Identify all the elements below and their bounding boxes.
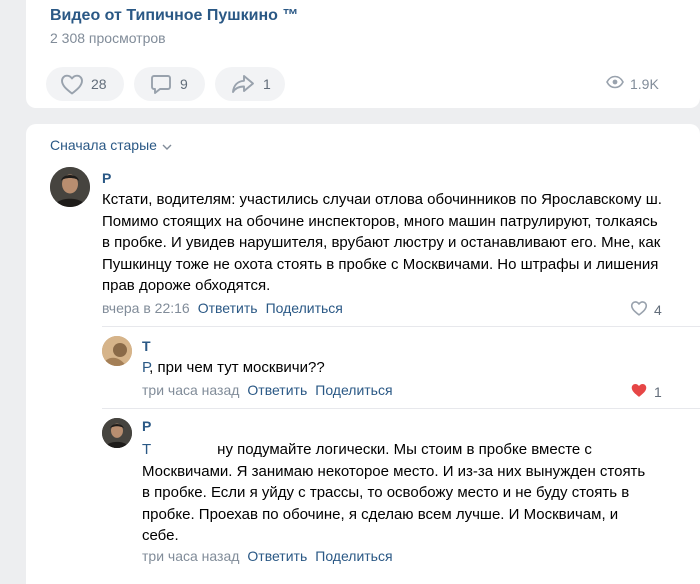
avatar[interactable] bbox=[102, 418, 132, 448]
comment-author[interactable]: Р bbox=[142, 418, 151, 434]
comment-meta: вчера в 22:16 Ответить Поделиться bbox=[102, 300, 343, 316]
comment-time[interactable]: вчера в 22:16 bbox=[102, 300, 190, 316]
comment-meta: три часа назад Ответить Поделиться bbox=[142, 548, 393, 564]
sort-label: Сначала старые bbox=[50, 137, 157, 153]
view-counter: 1.9K bbox=[606, 75, 659, 92]
comment-time[interactable]: три часа назад bbox=[142, 548, 239, 564]
comment-time[interactable]: три часа назад bbox=[142, 382, 239, 398]
reply-button[interactable]: Ответить bbox=[247, 548, 307, 564]
reply-button[interactable]: Ответить bbox=[247, 382, 307, 398]
comment-author[interactable]: Т bbox=[142, 338, 151, 354]
comment-like-count: 4 bbox=[654, 301, 662, 318]
chevron-down-icon bbox=[157, 137, 172, 153]
share-button[interactable]: 1 bbox=[215, 67, 285, 101]
comment-text: Кстати, водителям: участились случаи отл… bbox=[102, 191, 662, 294]
mention-link[interactable]: Т bbox=[142, 441, 151, 458]
comment-text: Р, при чем тут москвичи?? bbox=[142, 357, 667, 379]
like-button[interactable]: 28 bbox=[46, 67, 124, 101]
comment-button[interactable]: 9 bbox=[134, 67, 205, 101]
comments-sort-dropdown[interactable]: Сначала старые bbox=[50, 137, 172, 153]
heart-icon bbox=[630, 382, 654, 401]
comment-meta: три часа назад Ответить Поделиться bbox=[142, 382, 393, 398]
divider bbox=[102, 408, 700, 409]
share-count: 1 bbox=[263, 76, 271, 92]
heart-icon bbox=[60, 73, 84, 95]
reply-button[interactable]: Ответить bbox=[198, 300, 258, 316]
comment-body: , при чем тут москвичи?? bbox=[149, 359, 325, 376]
share-icon bbox=[230, 73, 256, 95]
video-title[interactable]: Видео от Типичное Пушкино ™ bbox=[50, 7, 298, 25]
comment-icon bbox=[149, 72, 173, 96]
view-count-value: 1.9K bbox=[630, 75, 659, 92]
comment-text: Тну подумайте логически. Мы стоим в проб… bbox=[142, 439, 652, 547]
avatar[interactable] bbox=[102, 336, 132, 366]
views-count: 2 308 просмотров bbox=[50, 30, 166, 46]
heart-icon bbox=[630, 300, 654, 319]
comment-like-button[interactable]: 4 bbox=[630, 300, 662, 319]
avatar[interactable] bbox=[50, 167, 90, 207]
comment-body: ну подумайте логически. Мы стоим в пробк… bbox=[142, 441, 646, 544]
share-link[interactable]: Поделиться bbox=[315, 382, 392, 398]
eye-icon bbox=[606, 75, 630, 92]
share-link[interactable]: Поделиться bbox=[315, 548, 392, 564]
comment-count: 9 bbox=[180, 76, 188, 92]
comment-author[interactable]: Р bbox=[102, 170, 111, 186]
like-count: 28 bbox=[91, 76, 107, 92]
divider bbox=[102, 326, 700, 327]
comment-like-count: 1 bbox=[654, 383, 662, 400]
comment-like-button[interactable]: 1 bbox=[630, 382, 662, 401]
share-link[interactable]: Поделиться bbox=[266, 300, 343, 316]
